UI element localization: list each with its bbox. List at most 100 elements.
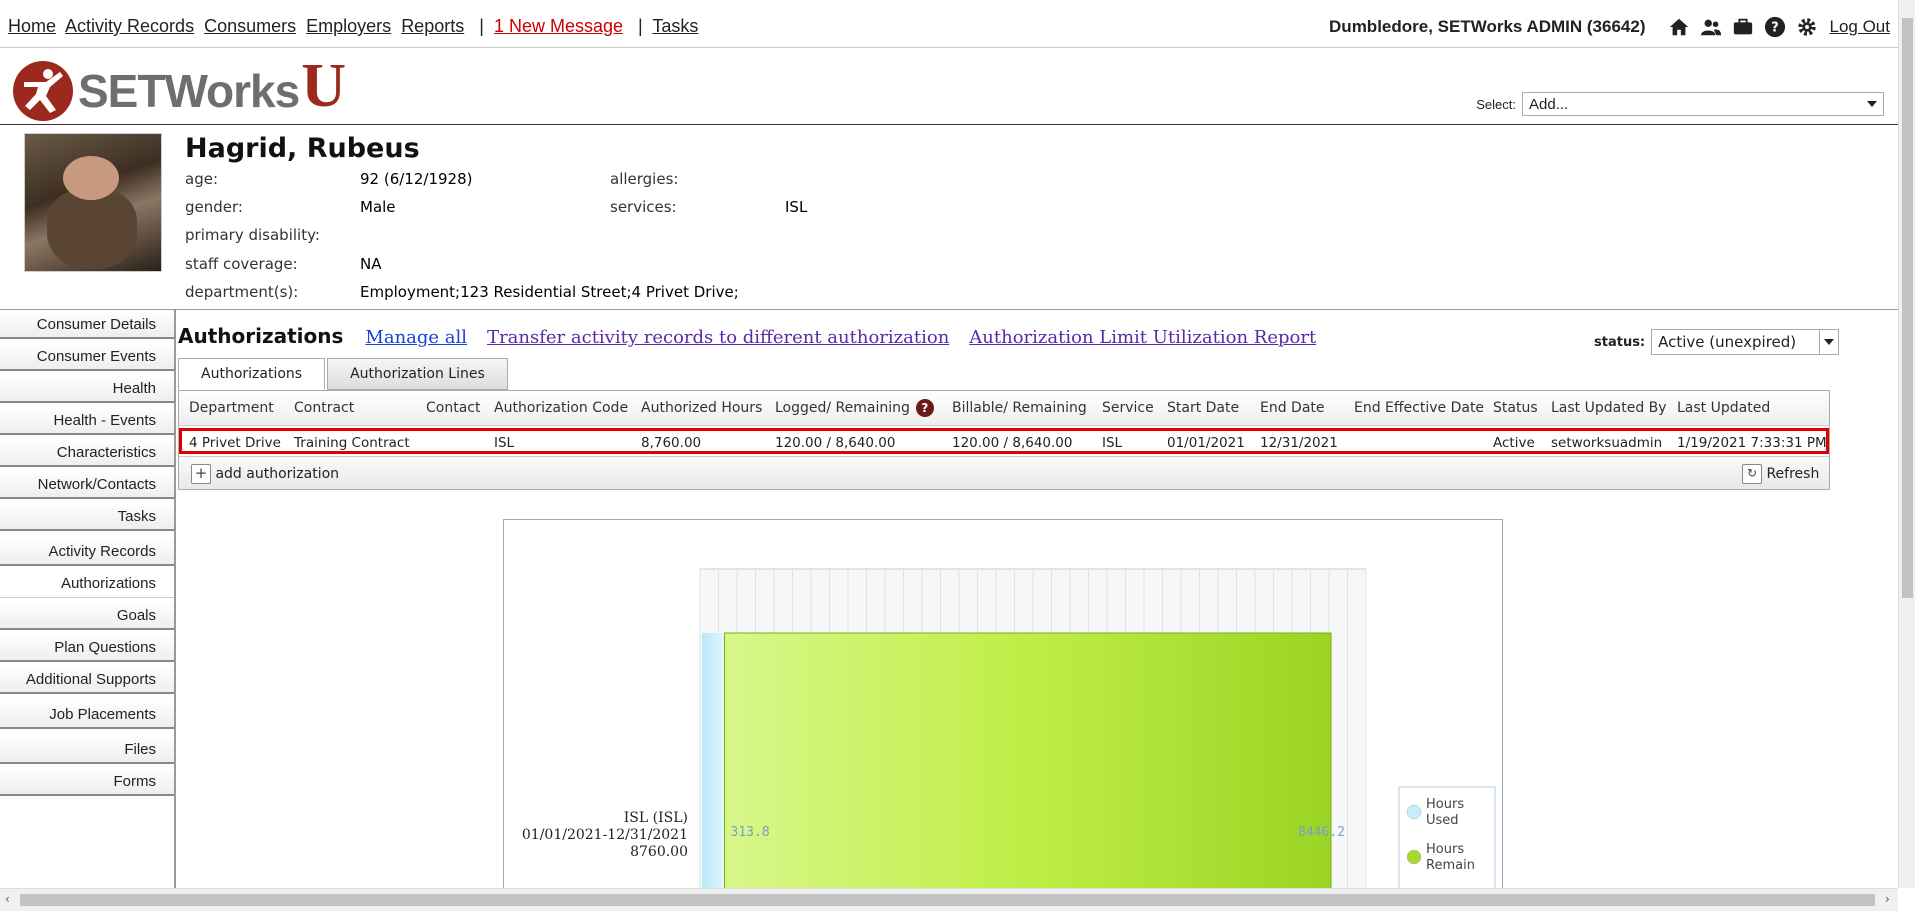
nav-employers-link[interactable]: Employers [306,16,391,36]
gender-value: Male [360,198,396,216]
col-service[interactable]: Service [1102,400,1154,416]
refresh-label: Refresh [1766,466,1820,482]
help-icon[interactable]: ? [915,399,934,417]
help-icon[interactable]: ? [1764,16,1786,38]
staff-coverage-label: staff coverage: [185,255,298,273]
col-last-updated[interactable]: Last Updated [1677,400,1770,416]
status-select[interactable]: Active (unexpired) [1651,329,1840,355]
bar-hours-remain[interactable] [724,632,1332,900]
sidebar-item-health-events[interactable]: Health - Events [0,406,174,435]
manage-all-link[interactable]: Manage all [365,327,467,348]
sidebar-item-job-placements[interactable]: Job Placements [0,700,174,729]
nav-separator: | [638,16,643,36]
nav-activity-records-link[interactable]: Activity Records [65,16,194,36]
chevron-down-icon[interactable] [1819,330,1838,354]
add-authorization-label: add authorization [215,466,340,482]
cell-logged-remaining: 120.00 / 8,640.00 [775,435,896,451]
bar-hours-used[interactable] [702,633,725,900]
add-select-dropdown[interactable]: Add... [1522,92,1884,116]
nav-reports-link[interactable]: Reports [401,16,464,36]
col-contact[interactable]: Contact [426,400,480,416]
col-authorization-code[interactable]: Authorization Code [494,400,628,416]
briefcase-icon[interactable] [1732,16,1754,38]
category-tick-label: ISL (ISL) [624,810,688,826]
col-department[interactable]: Department [189,400,274,416]
sidebar-item-consumer-details[interactable]: Consumer Details [0,310,174,339]
chart-bars [702,632,1332,900]
gear-icon[interactable] [1796,16,1818,38]
sidebar-item-additional-supports[interactable]: Additional Supports [0,665,174,694]
select-label: Select: [1476,96,1516,112]
home-icon[interactable] [1668,16,1690,38]
scroll-left-icon[interactable]: ‹ [5,892,10,906]
cell-last-updated-by: setworksuadmin [1551,435,1663,451]
col-last-updated-by[interactable]: Last Updated By [1551,400,1667,416]
utilization-report-link[interactable]: Authorization Limit Utilization Report [969,327,1316,348]
horizontal-scroll-thumb[interactable] [20,894,1875,906]
sidebar-item-authorizations[interactable]: Authorizations [0,569,174,598]
col-contract[interactable]: Contract [294,400,354,416]
status-label: status: [1594,334,1646,350]
setworks-logo[interactable]: SETWorks U [12,55,346,122]
nav-home-link[interactable]: Home [8,16,56,36]
status-select-value: Active (unexpired) [1658,333,1797,351]
legend-swatch [1406,849,1422,865]
table-row[interactable]: 4 Privet Drive Training Contract ISL 8,7… [179,428,1829,454]
nav-consumers-link[interactable]: Consumers [204,16,296,36]
sidebar: Consumer Details Consumer Events Health … [0,310,176,890]
users-icon[interactable] [1700,16,1722,38]
add-select: Select: Add... [1476,92,1884,116]
category-tick-label: 01/01/2021-12/31/2021 [522,827,688,843]
tab-authorizations[interactable]: Authorizations [178,358,326,390]
scroll-right-icon[interactable]: › [1885,892,1890,906]
tab-authorization-lines[interactable]: Authorization Lines [327,358,508,390]
status-filter: status: Active (unexpired) [1594,329,1840,355]
col-authorized-hours[interactable]: Authorized Hours [641,400,762,416]
legend-label: Hours [1426,842,1464,857]
svg-text:?: ? [1771,21,1778,36]
chart-svg: ISL (ISL)01/01/2021-12/31/20218760.00 31… [522,568,1496,900]
table-footer: + add authorization ↻ Refresh [179,456,1829,489]
sidebar-item-activity-records[interactable]: Activity Records [0,537,174,566]
sidebar-item-files[interactable]: Files [0,735,174,764]
top-nav: Home Activity Records Consumers Employer… [0,0,1898,48]
horizontal-scrollbar[interactable]: ‹ › [0,888,1898,911]
sidebar-item-forms[interactable]: Forms [0,767,174,796]
col-end-effective-date[interactable]: End Effective Date [1354,400,1484,416]
legend-label: Remain [1426,858,1475,873]
col-end-date[interactable]: End Date [1260,400,1325,416]
cell-authorized-hours: 8,760.00 [641,435,702,451]
cell-end-date: 12/31/2021 [1260,435,1338,451]
services-label: services: [610,198,677,216]
nav-links: Home Activity Records Consumers Employer… [8,16,703,37]
consumer-header: Hagrid, Rubeus age: 92 (6/12/1928) aller… [0,125,1898,310]
sidebar-item-tasks[interactable]: Tasks [0,502,174,531]
chevron-down-icon [1867,101,1877,107]
nav-new-message-link[interactable]: 1 New Message [494,16,623,36]
cell-service: ISL [1102,435,1123,451]
add-authorization-button[interactable]: + add authorization [191,464,339,484]
col-status[interactable]: Status [1493,400,1538,416]
sidebar-item-network-contacts[interactable]: Network/Contacts [0,470,174,499]
age-value: 92 (6/12/1928) [360,170,473,188]
vertical-scrollbar[interactable] [1898,0,1915,888]
sidebar-item-characteristics[interactable]: Characteristics [0,438,174,467]
staff-coverage-value: NA [360,255,382,273]
refresh-button[interactable]: ↻ Refresh [1742,464,1819,484]
category-tick-label: 8760.00 [630,844,688,860]
sidebar-item-goals[interactable]: Goals [0,601,174,630]
col-billable-remaining[interactable]: Billable/ Remaining [952,400,1087,416]
sidebar-item-health[interactable]: Health [0,374,174,403]
vertical-scroll-thumb[interactable] [1902,18,1913,598]
sidebar-item-plan-questions[interactable]: Plan Questions [0,633,174,662]
cell-last-updated: 1/19/2021 7:33:31 PM [1677,435,1827,451]
transfer-activity-records-link[interactable]: Transfer activity records to different a… [487,327,949,348]
logout-link[interactable]: Log Out [1830,17,1891,37]
col-logged-remaining-label: Logged/ Remaining [775,400,910,416]
nav-tasks-link[interactable]: Tasks [652,16,698,36]
col-start-date[interactable]: Start Date [1167,400,1239,416]
age-label: age: [185,170,218,188]
col-logged-remaining[interactable]: Logged/ Remaining? [775,399,934,417]
plus-icon: + [191,464,211,484]
sidebar-item-consumer-events[interactable]: Consumer Events [0,342,174,371]
